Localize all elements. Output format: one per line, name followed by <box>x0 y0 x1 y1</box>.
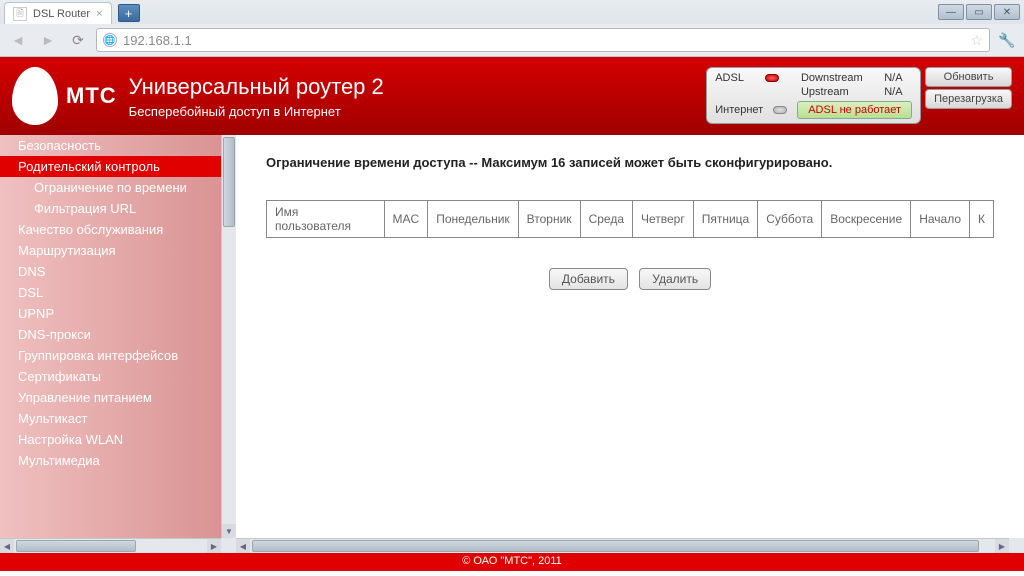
page-footer: © ОАО "МТС", 2011 <box>0 553 1024 571</box>
table-column-header: Воскресение <box>822 201 911 238</box>
sidebar-item[interactable]: Фильтрация URL <box>0 198 221 219</box>
adsl-led-icon <box>765 74 779 82</box>
sidebar-item[interactable]: Ограничение по времени <box>0 177 221 198</box>
minimize-button[interactable]: — <box>938 4 964 20</box>
scrollbar-corner <box>1009 538 1024 553</box>
sidebar-item[interactable]: UPNP <box>0 303 221 324</box>
back-button[interactable]: ◄ <box>6 29 30 51</box>
close-icon[interactable]: × <box>96 8 102 20</box>
scroll-left-icon[interactable]: ◀ <box>236 539 250 553</box>
scrollbar-corner <box>221 538 236 553</box>
maximize-button[interactable]: ▭ <box>966 4 992 20</box>
sidebar-item[interactable]: Управление питанием <box>0 387 221 408</box>
scrollbar-thumb[interactable] <box>223 137 235 227</box>
table-column-header: Понедельник <box>428 201 518 238</box>
browser-tab[interactable]: 🗎 DSL Router × <box>4 2 112 24</box>
table-column-header: Четверг <box>633 201 694 238</box>
new-tab-button[interactable]: + <box>118 4 140 22</box>
sidebar-item[interactable]: Мультикаст <box>0 408 221 429</box>
page-icon: 🗎 <box>13 7 27 21</box>
table-column-header: Вторник <box>518 201 580 238</box>
table-column-header: Начало <box>911 201 970 238</box>
downstream-value: N/A <box>884 72 912 84</box>
content-hscrollbar[interactable]: ◀ ▶ <box>236 538 1009 553</box>
brand-text: МТС <box>66 83 117 109</box>
time-restriction-table: Имя пользователяMACПонедельникВторникСре… <box>266 200 994 238</box>
sidebar-item[interactable]: DSL <box>0 282 221 303</box>
bookmark-icon[interactable]: ☆ <box>970 32 983 49</box>
table-column-header: MAC <box>384 201 428 238</box>
scroll-left-icon[interactable]: ◀ <box>0 539 14 553</box>
table-column-header: Среда <box>580 201 632 238</box>
content-area: Ограничение времени доступа -- Максимум … <box>236 135 1024 553</box>
adsl-label: ADSL <box>715 72 753 84</box>
scroll-right-icon[interactable]: ▶ <box>995 539 1009 553</box>
adsl-error-badge: ADSL не работает <box>797 101 912 119</box>
page-subtitle: Бесперебойный доступ в Интернет <box>129 104 384 119</box>
remove-button[interactable]: Удалить <box>639 268 711 290</box>
sidebar-vscrollbar[interactable]: ▼ <box>221 135 236 538</box>
sidebar-item[interactable]: Маршрутизация <box>0 240 221 261</box>
upstream-value: N/A <box>884 86 912 98</box>
egg-icon <box>12 67 58 125</box>
refresh-button[interactable]: Обновить <box>925 67 1012 87</box>
sidebar-item[interactable]: DNS-прокси <box>0 324 221 345</box>
internet-led-icon <box>773 106 787 114</box>
settings-icon[interactable]: 🔧 <box>996 29 1018 51</box>
browser-chrome: 🗎 DSL Router × + — ▭ ✕ ◄ ► ⟳ 🌐 192.168.1… <box>0 0 1024 57</box>
sidebar-item[interactable]: DNS <box>0 261 221 282</box>
sidebar: БезопасностьРодительский контрольОгранич… <box>0 135 236 553</box>
sidebar-item[interactable]: Настройка WLAN <box>0 429 221 450</box>
sidebar-hscrollbar[interactable]: ◀ ▶ <box>0 538 221 553</box>
logo: МТС <box>12 67 117 125</box>
scroll-right-icon[interactable]: ▶ <box>207 539 221 553</box>
tab-title: DSL Router <box>33 8 90 20</box>
globe-icon: 🌐 <box>103 33 117 47</box>
close-window-button[interactable]: ✕ <box>994 4 1020 20</box>
scrollbar-thumb[interactable] <box>252 540 979 552</box>
upstream-label: Upstream <box>801 86 872 98</box>
url-text: 192.168.1.1 <box>123 33 964 48</box>
address-bar[interactable]: 🌐 192.168.1.1 ☆ <box>96 28 990 52</box>
sidebar-item[interactable]: Качество обслуживания <box>0 219 221 240</box>
table-column-header: Имя пользователя <box>267 201 385 238</box>
forward-button[interactable]: ► <box>36 29 60 51</box>
sidebar-item[interactable]: Сертификаты <box>0 366 221 387</box>
add-button[interactable]: Добавить <box>549 268 628 290</box>
table-column-header: Суббота <box>758 201 822 238</box>
reload-button[interactable]: ⟳ <box>66 29 90 51</box>
router-page: МТС Универсальный роутер 2 Бесперебойный… <box>0 57 1024 576</box>
scroll-down-icon[interactable]: ▼ <box>222 524 236 538</box>
content-heading: Ограничение времени доступа -- Максимум … <box>266 155 994 170</box>
internet-label: Интернет <box>715 104 763 116</box>
sidebar-item[interactable]: Родительский контроль <box>0 156 221 177</box>
scrollbar-thumb[interactable] <box>16 540 136 552</box>
sidebar-item[interactable]: Безопасность <box>0 135 221 156</box>
page-header: МТС Универсальный роутер 2 Бесперебойный… <box>0 57 1024 135</box>
reboot-button[interactable]: Перезагрузка <box>925 89 1012 109</box>
sidebar-item[interactable]: Мультимедиа <box>0 450 221 471</box>
sidebar-item[interactable]: Группировка интерфейсов <box>0 345 221 366</box>
table-column-header: Пятница <box>693 201 758 238</box>
page-title: Универсальный роутер 2 <box>129 74 384 100</box>
downstream-label: Downstream <box>801 72 872 84</box>
status-panel: ADSL Downstream N/A Upstream N/A Интерне… <box>706 67 1012 124</box>
table-column-header: К <box>970 201 994 238</box>
